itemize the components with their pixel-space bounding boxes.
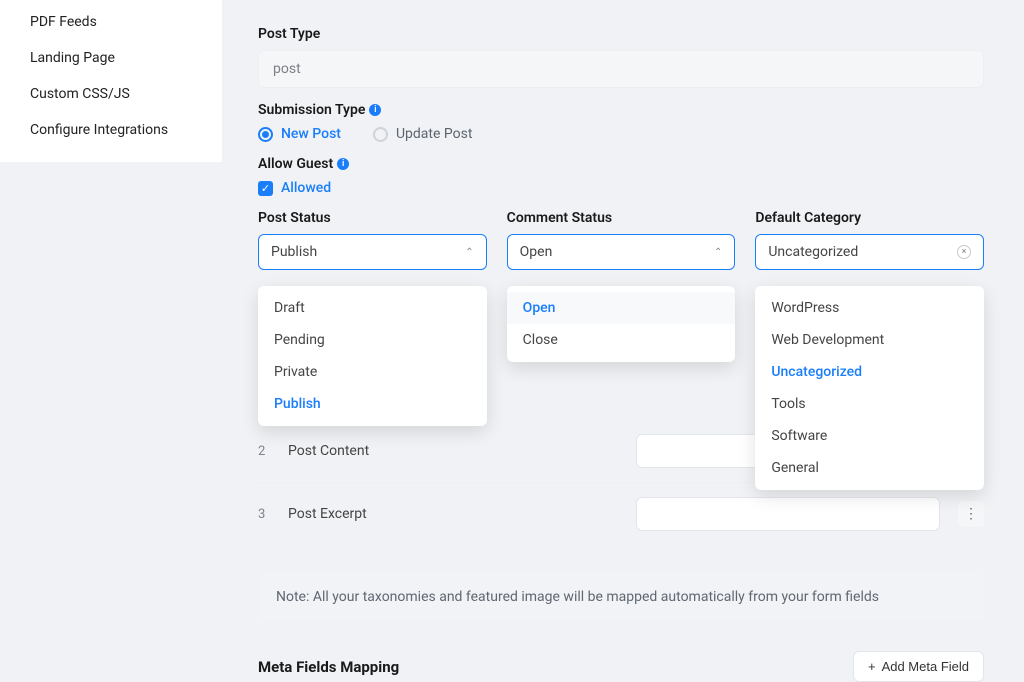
main-content: Post Type post Submission Type i New Pos… (258, 0, 984, 624)
default-category-label: Default Category (755, 210, 984, 226)
row-input[interactable] (636, 497, 940, 531)
post-type-input: post (258, 50, 984, 88)
info-icon[interactable]: i (369, 104, 381, 116)
check-icon: ✓ (258, 181, 273, 196)
comment-status-label: Comment Status (507, 210, 736, 226)
post-status-dropdown: Draft Pending Private Publish (258, 286, 487, 426)
sidebar-item-pdf-feeds[interactable]: PDF Feeds (0, 4, 222, 40)
table-row: 3 Post Excerpt ⋮ (258, 482, 984, 545)
default-category-select[interactable]: Uncategorized × (755, 234, 984, 270)
allow-guest-label: Allow Guest i (258, 156, 984, 172)
default-category-dropdown: WordPress Web Development Uncategorized … (755, 286, 984, 490)
dropdown-item-close[interactable]: Close (507, 324, 736, 356)
sidebar-item-custom-css-js[interactable]: Custom CSS/JS (0, 76, 222, 112)
dropdown-item-private[interactable]: Private (258, 356, 487, 388)
row-field-name: Post Content (288, 443, 618, 459)
taxonomy-note: Note: All your taxonomies and featured i… (258, 573, 984, 621)
sidebar-item-landing-page[interactable]: Landing Page (0, 40, 222, 76)
checkbox-allowed[interactable]: ✓ Allowed (258, 180, 331, 196)
add-meta-field-button[interactable]: + Add Meta Field (853, 651, 984, 682)
comment-status-dropdown: Open Close (507, 286, 736, 362)
radio-new-post[interactable]: New Post (258, 126, 341, 142)
submission-type-label: Submission Type i (258, 102, 984, 118)
plus-icon: + (868, 659, 876, 674)
post-type-label: Post Type (258, 26, 984, 42)
comment-status-select[interactable]: Open ⌃ (507, 234, 736, 270)
sidebar-item-configure-integrations[interactable]: Configure Integrations (0, 112, 222, 148)
post-status-select[interactable]: Publish ⌃ (258, 234, 487, 270)
dropdown-item-web-development[interactable]: Web Development (755, 324, 984, 356)
dropdown-item-open[interactable]: Open (507, 292, 736, 324)
radio-update-post[interactable]: Update Post (373, 126, 472, 142)
chevron-up-icon: ⌃ (714, 247, 722, 258)
row-number: 2 (258, 444, 270, 459)
dropdown-item-wordpress[interactable]: WordPress (755, 292, 984, 324)
chevron-up-icon: ⌃ (465, 247, 473, 258)
radio-icon (373, 127, 388, 142)
row-field-name: Post Excerpt (288, 506, 618, 522)
meta-fields-title: Meta Fields Mapping (258, 658, 399, 676)
post-status-label: Post Status (258, 210, 487, 226)
sidebar: PDF Feeds Landing Page Custom CSS/JS Con… (0, 0, 222, 162)
dropdown-item-tools[interactable]: Tools (755, 388, 984, 420)
dropdown-item-publish[interactable]: Publish (258, 388, 487, 420)
dropdown-item-pending[interactable]: Pending (258, 324, 487, 356)
clear-icon[interactable]: × (957, 245, 971, 259)
dropdown-item-draft[interactable]: Draft (258, 292, 487, 324)
dropdown-item-software[interactable]: Software (755, 420, 984, 452)
row-number: 3 (258, 507, 270, 522)
dropdown-item-general[interactable]: General (755, 452, 984, 484)
info-icon[interactable]: i (337, 158, 349, 170)
row-actions-icon[interactable]: ⋮ (958, 501, 984, 527)
radio-icon (258, 127, 273, 142)
dropdown-item-uncategorized[interactable]: Uncategorized (755, 356, 984, 388)
